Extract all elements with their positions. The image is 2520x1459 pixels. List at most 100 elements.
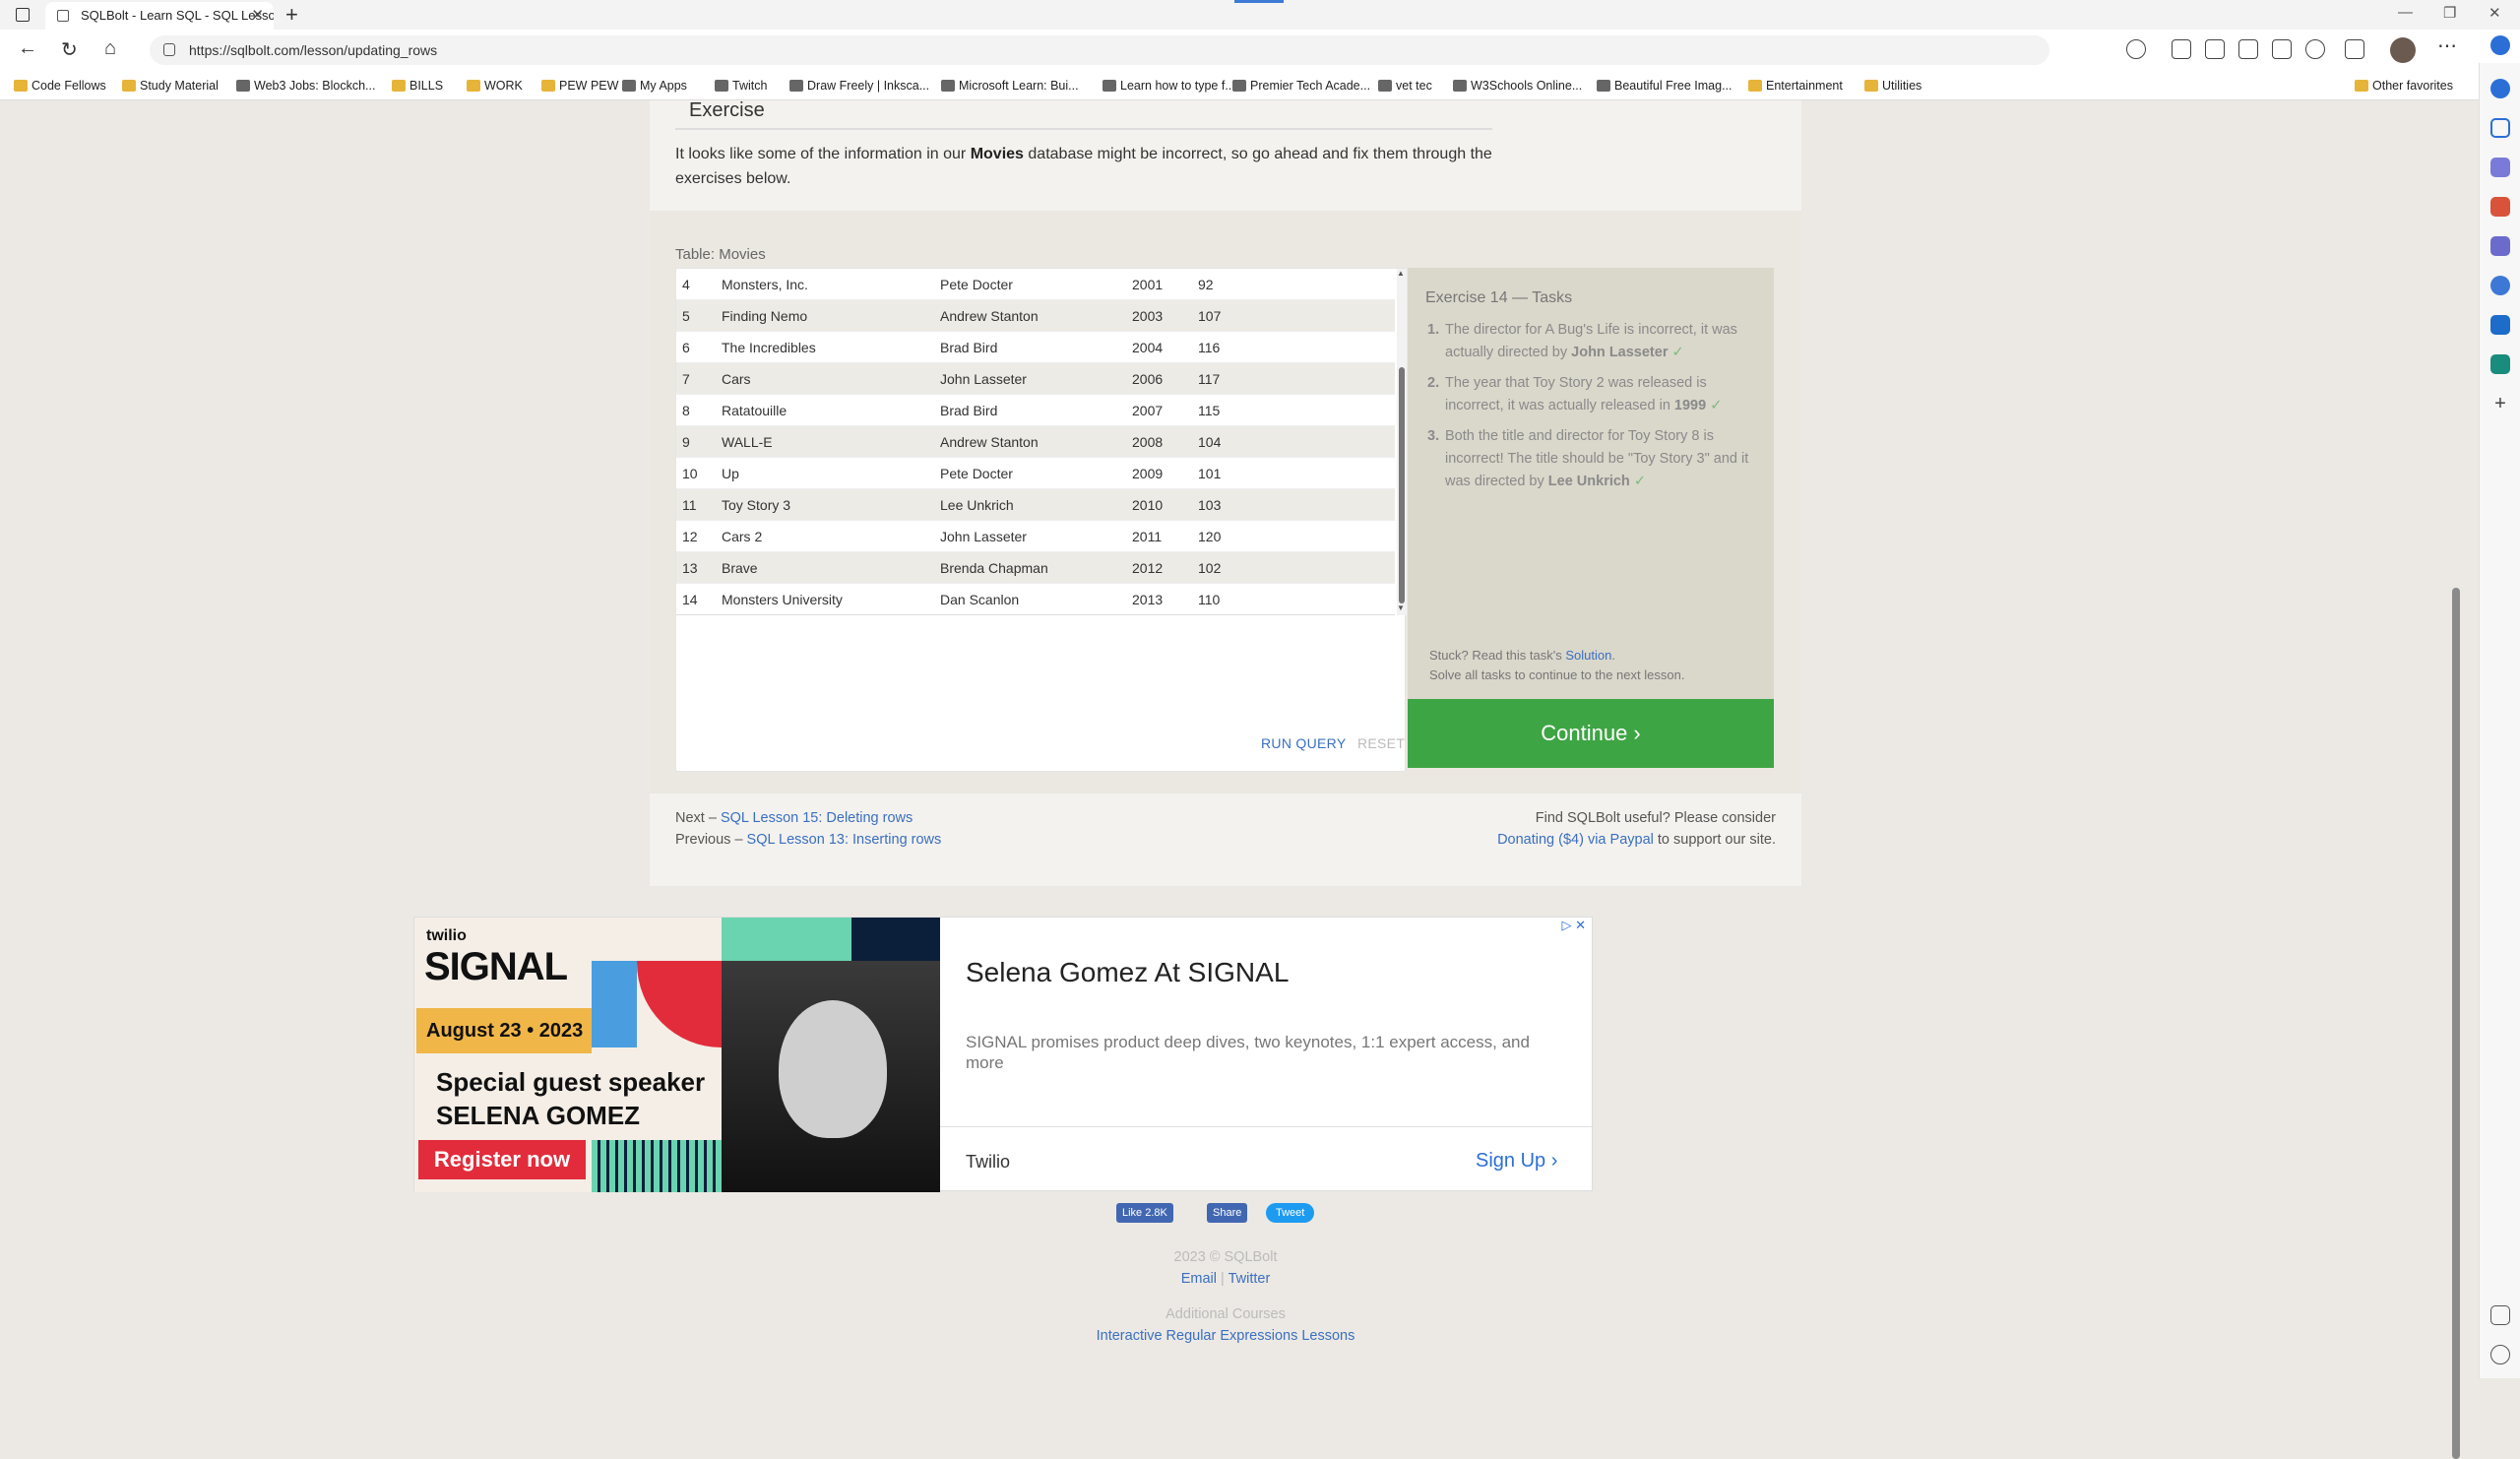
donate-link[interactable]: Donating ($4) via Paypal	[1497, 832, 1654, 848]
table-cell: Brenda Chapman	[940, 560, 1048, 576]
table-cell: 12	[682, 529, 698, 544]
table-cell: Cars 2	[722, 529, 763, 544]
bookmark-item[interactable]: Web3 Jobs: Blockch...	[234, 71, 375, 100]
bookmark-item[interactable]: Beautiful Free Imag...	[1595, 71, 1732, 100]
history-icon[interactable]	[2305, 39, 2325, 59]
tools-icon[interactable]	[2490, 197, 2510, 217]
refresh-icon[interactable]: ↻	[61, 37, 78, 62]
bookmark-item[interactable]: Study Material	[120, 71, 219, 100]
movies-table[interactable]: 4 Monsters, Inc. Pete Docter 2001 92 5 Finding…	[676, 269, 1395, 615]
ad-headline[interactable]: Selena Gomez At SIGNAL	[966, 957, 1289, 988]
email-link[interactable]: Email	[1181, 1271, 1217, 1287]
profile-avatar[interactable]	[2390, 37, 2416, 63]
table-cell: 2010	[1132, 497, 1164, 513]
people-icon[interactable]	[2490, 236, 2510, 256]
ad-choices-icon[interactable]: ▷ ✕	[1561, 918, 1586, 933]
more-menu-icon[interactable]: ⋯	[2437, 33, 2457, 58]
home-icon[interactable]: ⌂	[104, 37, 116, 60]
outlook-icon[interactable]	[2490, 315, 2510, 335]
facebook-like-button[interactable]: Like 2.8K	[1116, 1203, 1173, 1223]
page-scrollbar[interactable]	[2449, 100, 2463, 1459]
table-row: 8 Ratatouille Brad Bird 2007 115	[676, 395, 1395, 426]
table-scrollbar-thumb[interactable]	[1399, 367, 1405, 603]
ad-image[interactable]: twilio SIGNAL August 23 • 2023 Special g…	[414, 918, 940, 1192]
scroll-up-icon[interactable]: ▲	[1397, 269, 1405, 278]
bookmark-item[interactable]: vet tec	[1376, 71, 1432, 100]
games-icon[interactable]	[2490, 276, 2510, 295]
table-cell: Cars	[722, 371, 751, 387]
search-icon[interactable]	[2490, 118, 2510, 138]
close-window-icon[interactable]: ✕	[2488, 4, 2501, 22]
new-tab-icon[interactable]: +	[285, 2, 298, 28]
favorites-icon[interactable]	[2238, 39, 2258, 59]
task-number: 3.	[1427, 428, 1440, 444]
tweet-button[interactable]: Tweet	[1266, 1203, 1315, 1223]
notification-bell-icon[interactable]	[2490, 79, 2510, 98]
hide-sidebar-icon[interactable]	[2490, 1305, 2510, 1325]
bookmark-item[interactable]: Learn how to type f...	[1101, 71, 1235, 100]
bookmark-item[interactable]: BILLS	[390, 71, 443, 100]
page-scrollbar-thumb[interactable]	[2452, 588, 2460, 1459]
folder-icon	[14, 80, 28, 92]
bookmark-item[interactable]: PEW PEW	[539, 71, 618, 100]
bookmark-item[interactable]: W3Schools Online...	[1451, 71, 1582, 100]
solution-link[interactable]: Solution	[1565, 648, 1611, 663]
split-screen-icon[interactable]	[2205, 39, 2225, 59]
ad-signup-label: Sign Up	[1476, 1150, 1546, 1172]
folder-icon	[392, 80, 406, 92]
bookmark-label: Web3 Jobs: Blockch...	[254, 79, 376, 93]
continue-button[interactable]: Continue ›	[1408, 699, 1774, 768]
task-answer: Lee Unkrich	[1547, 474, 1630, 489]
table-cell: 5	[682, 308, 690, 324]
sidebar-settings-icon[interactable]	[2490, 1345, 2510, 1364]
bookmark-item[interactable]: Code Fellows	[12, 71, 106, 100]
bookmark-label: Microsoft Learn: Bui...	[959, 79, 1079, 93]
table-cell: 2009	[1132, 466, 1164, 481]
shopping-tag-icon[interactable]	[2490, 158, 2510, 177]
bookmark-item[interactable]: Utilities	[1862, 71, 1922, 100]
drop-icon[interactable]	[2490, 354, 2510, 374]
scroll-down-icon[interactable]: ▼	[1397, 603, 1405, 612]
twitter-link[interactable]: Twitter	[1228, 1271, 1271, 1287]
bookmark-item[interactable]: WORK	[465, 71, 523, 100]
minimize-icon[interactable]: —	[2398, 4, 2413, 21]
bing-chat-icon[interactable]	[2490, 35, 2510, 55]
browser-essentials-icon[interactable]	[2345, 39, 2364, 59]
collections-icon[interactable]	[2272, 39, 2292, 59]
table-cell: 92	[1198, 277, 1214, 292]
lock-icon[interactable]	[163, 43, 175, 56]
ad-register-button[interactable]: Register now	[418, 1140, 586, 1179]
bookmark-item[interactable]: Draw Freely | Inksca...	[788, 71, 929, 100]
favorite-star-icon[interactable]	[2126, 39, 2146, 59]
restore-icon[interactable]: ❐	[2443, 4, 2456, 22]
tab-actions-icon[interactable]	[16, 8, 30, 22]
advertisement[interactable]: twilio SIGNAL August 23 • 2023 Special g…	[413, 917, 1594, 1192]
bookmark-item[interactable]: Premier Tech Acade...	[1230, 71, 1370, 100]
folder-icon	[541, 80, 555, 92]
table-scrollbar[interactable]: ▲ ▼	[1397, 269, 1407, 615]
bookmark-item[interactable]: Twitch	[713, 71, 767, 100]
table-cell: Finding Nemo	[722, 308, 808, 324]
address-input[interactable]: https://sqlbolt.com/lesson/updating_rows	[150, 35, 2049, 65]
run-query-button[interactable]: RUN QUERY	[1261, 735, 1346, 751]
table-cell: Pete Docter	[940, 277, 1013, 292]
regex-course-link[interactable]: Interactive Regular Expressions Lessons	[1097, 1328, 1355, 1344]
previous-lesson-link[interactable]: SQL Lesson 13: Inserting rows	[747, 832, 942, 848]
table-cell: 13	[682, 560, 698, 576]
bookmark-item[interactable]: My Apps	[620, 71, 687, 100]
browser-tab[interactable]: SQLBolt - Learn SQL - SQL Lesso ✕	[45, 2, 274, 30]
bookmark-item[interactable]: Microsoft Learn: Bui...	[939, 71, 1079, 100]
back-icon[interactable]: ←	[18, 37, 37, 60]
next-lesson-link[interactable]: SQL Lesson 15: Deleting rows	[721, 810, 913, 826]
facebook-share-button[interactable]: Share	[1207, 1203, 1248, 1223]
close-tab-icon[interactable]: ✕	[251, 2, 264, 30]
add-sidebar-item-icon[interactable]: +	[2490, 394, 2510, 413]
table-cell: 2012	[1132, 560, 1164, 576]
reset-button[interactable]: RESET	[1357, 735, 1405, 751]
other-favorites[interactable]: Other favorites	[2353, 71, 2453, 100]
ad-signup-button[interactable]: Sign Up ›	[1476, 1150, 1557, 1173]
solve-note: Solve all tasks to continue to the next …	[1429, 667, 1685, 682]
bookmark-item[interactable]: Entertainment	[1746, 71, 1843, 100]
site-favicon-icon	[1232, 80, 1246, 92]
extensions-icon[interactable]	[2172, 39, 2191, 59]
